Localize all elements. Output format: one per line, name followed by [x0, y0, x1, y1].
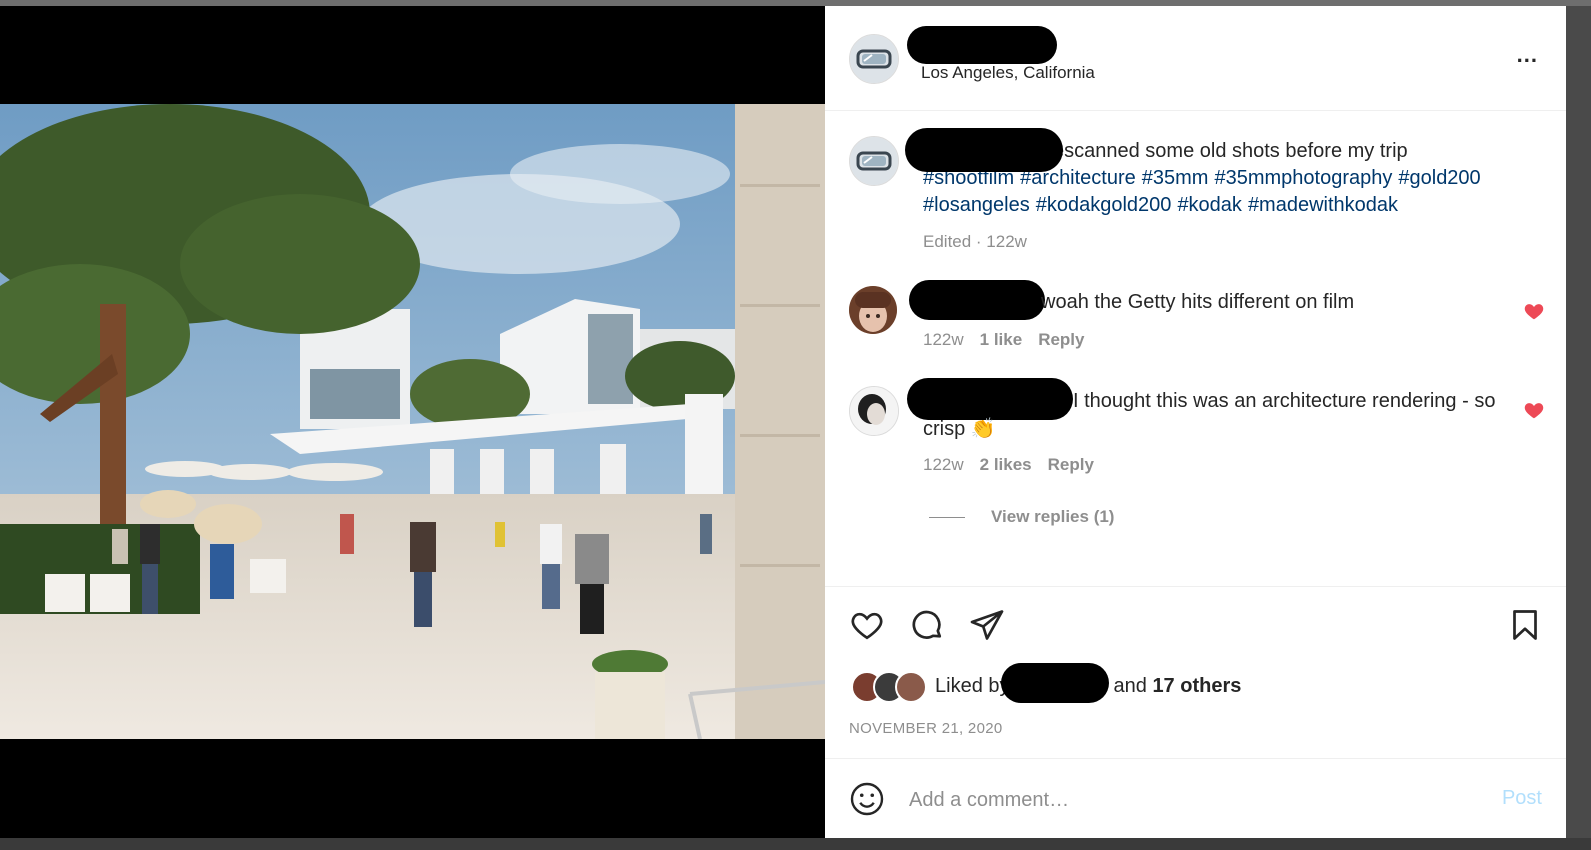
redacted-username	[907, 26, 1057, 64]
likes-summary: Liked by and 17 others	[851, 663, 1451, 705]
comment-heart-icon[interactable]	[1523, 300, 1545, 322]
caption-text: escanned some old shots before my trip	[1053, 140, 1408, 162]
comment-age: 122w	[923, 455, 964, 474]
comment-heart-icon[interactable]	[1523, 399, 1545, 421]
commenter-avatar[interactable]	[849, 286, 897, 334]
post-header: Los Angeles, California ...	[825, 6, 1566, 111]
author-avatar[interactable]	[849, 34, 899, 84]
comment-meta: 122w 2 likes Reply	[923, 455, 1094, 475]
backdrop-bottom	[0, 838, 1591, 850]
redacted-liker	[1001, 663, 1109, 703]
save-bookmark-icon[interactable]	[1507, 607, 1543, 643]
reply-button[interactable]: Reply	[1038, 330, 1084, 349]
comment-input[interactable]	[907, 781, 1471, 819]
replies-divider	[929, 517, 965, 519]
post-modal: Los Angeles, California ... escanned som…	[0, 6, 1566, 838]
hashtag-link[interactable]: #losangeles	[923, 194, 1030, 216]
hashtag-link[interactable]: #35mm	[1142, 167, 1209, 189]
comment-composer: Post	[825, 758, 1566, 839]
comment-likes[interactable]: 2 likes	[980, 455, 1032, 474]
details-pane: Los Angeles, California ... escanned som…	[825, 6, 1566, 838]
liker-avatar	[895, 671, 927, 703]
hashtag-link[interactable]: #kodak	[1177, 194, 1242, 216]
redacted-caption-username	[905, 128, 1063, 172]
post-comment-button[interactable]: Post	[1502, 787, 1542, 810]
post-date[interactable]: NOVEMBER 21, 2020	[849, 720, 1003, 737]
more-options-button[interactable]: ...	[1517, 42, 1538, 68]
comment-text: I thought this was an architecture rende…	[923, 390, 1496, 440]
hashtag-link[interactable]: #35mmphotography	[1214, 167, 1392, 189]
comments-section: escanned some old shots before my trip #…	[825, 110, 1566, 586]
hashtag-link[interactable]: #gold200	[1398, 167, 1480, 189]
liked-by-others[interactable]: 17 others	[1152, 675, 1241, 697]
action-bar: Liked by and 17 others NOVEMBER 21, 2020	[825, 586, 1566, 759]
reply-button[interactable]: Reply	[1048, 455, 1094, 474]
backdrop-right	[1566, 6, 1591, 838]
liked-by-and: and	[1113, 675, 1147, 697]
view-replies-label: View replies (1)	[991, 507, 1115, 526]
caption-author-avatar[interactable]	[849, 136, 899, 186]
hashtag-link[interactable]: #madewithkodak	[1248, 194, 1398, 216]
caption-meta: Edited · 122w	[923, 232, 1027, 251]
commenter-avatar[interactable]	[849, 386, 899, 436]
hashtag-link[interactable]: #kodakgold200	[1036, 194, 1172, 216]
liked-by-prefix: Liked by	[935, 675, 1010, 697]
comment-text: woah the Getty hits different on film	[1041, 291, 1355, 313]
comment-likes[interactable]: 1 like	[980, 330, 1023, 349]
media-pane	[0, 6, 825, 838]
caption-hashtags: #shootfilm #architecture #35mm #35mmphotogr…	[923, 165, 1543, 219]
redacted-commenter	[909, 280, 1045, 320]
emoji-smiley-icon[interactable]	[849, 781, 885, 817]
comment-meta: 122w 1 like Reply	[923, 330, 1084, 350]
view-replies-button[interactable]: View replies (1)	[929, 507, 1114, 527]
share-paper-plane-icon[interactable]	[969, 607, 1005, 643]
post-location[interactable]: Los Angeles, California	[921, 63, 1095, 83]
comment-age: 122w	[923, 330, 964, 349]
like-heart-icon[interactable]	[849, 607, 885, 643]
comment-bubble-icon[interactable]	[909, 607, 945, 643]
post-photo[interactable]	[0, 104, 825, 739]
